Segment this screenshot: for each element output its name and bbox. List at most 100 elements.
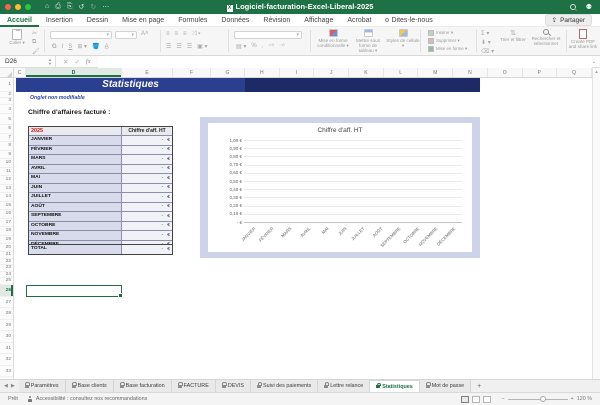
sheet-tab-mot-de-passe[interactable]: Mot de passe: [420, 380, 471, 392]
row-header-13[interactable]: 13: [0, 185, 13, 194]
search-icon[interactable]: [570, 4, 576, 10]
column-header-q[interactable]: Q: [557, 68, 592, 77]
underline-button[interactable]: S: [68, 44, 72, 50]
month-cell[interactable]: JANVIER: [29, 136, 122, 145]
sheet-tab-suivi-des-paiements[interactable]: Suivi des paiements: [251, 380, 318, 392]
month-cell[interactable]: SEPTEMBRE: [29, 212, 122, 221]
fill-icon[interactable]: ⬇ ▾: [481, 39, 494, 46]
month-cell[interactable]: AVRIL: [29, 165, 122, 174]
row-header-31[interactable]: 31: [0, 343, 13, 355]
mettre-sous-forme-de-tableau-button[interactable]: Mettre sous forme de tableau ▾: [351, 29, 385, 53]
row-header-5[interactable]: 5: [0, 114, 13, 126]
row-header-4[interactable]: 4: [0, 105, 13, 114]
value-cell[interactable]: -€: [122, 136, 172, 145]
number-format-select[interactable]: ▾: [234, 31, 302, 39]
fill-color-icon[interactable]: 🪣: [92, 43, 99, 50]
sort-filter-button[interactable]: ⇅ Trier et filtrer: [498, 29, 528, 42]
accessibility-status[interactable]: Accessibilité : consultez nos recommanda…: [36, 396, 147, 402]
select-all-corner[interactable]: [0, 68, 14, 78]
clear-icon[interactable]: ⌫ ▾: [481, 48, 494, 55]
row-header-8[interactable]: 8: [0, 142, 13, 151]
ribbon-tab-donn-es[interactable]: Données: [214, 14, 256, 27]
total-label-cell[interactable]: TOTAL: [29, 245, 122, 254]
value-cell[interactable]: -€: [122, 146, 172, 155]
namebox-stepper-icon[interactable]: ▲▼: [48, 58, 52, 66]
ribbon-tab-dites-le-nous[interactable]: Dites-le-nous: [378, 14, 439, 27]
row-header-1[interactable]: 1: [0, 78, 13, 92]
save-icon[interactable]: ⎙: [55, 3, 61, 11]
maximize-window-button[interactable]: [25, 4, 31, 10]
formula-input[interactable]: [98, 56, 592, 68]
currency-format-icon[interactable]: ▤ ▾: [236, 43, 246, 50]
column-header-p[interactable]: P: [523, 68, 558, 77]
font-color-icon[interactable]: A̲: [105, 44, 109, 50]
home-icon[interactable]: ⌂: [45, 3, 49, 11]
row-header-10[interactable]: 10: [0, 159, 13, 168]
font-size-select[interactable]: ▾: [115, 31, 137, 39]
row-header-23[interactable]: 23: [0, 265, 13, 272]
align-top-icon[interactable]: ≡: [166, 31, 170, 38]
share-user-icon[interactable]: ⚉: [586, 3, 592, 11]
redo-icon[interactable]: ↻: [90, 3, 96, 11]
normal-view-button[interactable]: [461, 396, 469, 403]
year-header-cell[interactable]: 2025: [29, 127, 122, 136]
row-header-30[interactable]: 30: [0, 331, 13, 343]
font-grow-icon[interactable]: A˄: [141, 31, 149, 37]
cancel-entry-icon[interactable]: ✕: [63, 58, 68, 66]
row-header-28[interactable]: 28: [0, 308, 13, 320]
copy-icon[interactable]: ⧉: [32, 39, 40, 46]
align-bottom-icon[interactable]: ≡: [183, 31, 187, 38]
supprimer-button[interactable]: Supprimer ▾: [428, 38, 460, 44]
value-cell[interactable]: -€: [122, 174, 172, 183]
share-button[interactable]: ⇪ Partager: [545, 14, 592, 26]
zoom-slider[interactable]: [508, 399, 568, 400]
create-pdf-button[interactable]: Create PDF and share link: [568, 29, 598, 49]
format-painter-icon[interactable]: 🖌: [32, 48, 40, 55]
sheet-tab-statistiques[interactable]: Statistiques: [370, 380, 420, 392]
tabs-scroll-left-icon[interactable]: ◀: [4, 383, 8, 389]
page-break-view-button[interactable]: [483, 396, 491, 403]
add-sheet-button[interactable]: +: [471, 380, 487, 392]
row-header-14[interactable]: 14: [0, 193, 13, 202]
ribbon-tab-mise-en-page[interactable]: Mise en page: [115, 14, 171, 27]
total-value-cell[interactable]: -€: [122, 245, 172, 254]
zoom-out-icon[interactable]: −: [501, 396, 504, 402]
vertical-scrollbar[interactable]: ▲: [592, 68, 600, 379]
month-cell[interactable]: OCTOBRE: [29, 222, 122, 231]
row-header-17[interactable]: 17: [0, 219, 13, 228]
sheet-tab-param-tres[interactable]: Paramètres: [19, 380, 66, 392]
value-cell[interactable]: -€: [122, 184, 172, 193]
name-box[interactable]: D26 ▲▼: [0, 56, 56, 68]
paste-button[interactable]: Coller ▾: [4, 29, 30, 45]
column-header-h[interactable]: H: [245, 68, 280, 77]
row-header-32[interactable]: 32: [0, 354, 13, 366]
sheet-tab-facture[interactable]: FACTURE: [172, 380, 216, 392]
row-header-33[interactable]: 33: [0, 366, 13, 378]
month-cell[interactable]: MARS: [29, 155, 122, 164]
comma-format-icon[interactable]: ,: [262, 43, 264, 50]
styles-de-cellule-button[interactable]: Styles de cellule ▾: [386, 29, 420, 48]
row-header-21[interactable]: 21: [0, 252, 13, 259]
value-cell[interactable]: -€: [122, 165, 172, 174]
month-cell[interactable]: NOVEMBRE: [29, 231, 122, 240]
tabs-scroll-right-icon[interactable]: ▶: [11, 383, 15, 389]
zoom-level[interactable]: 120 %: [577, 396, 592, 402]
column-header-c[interactable]: C: [14, 68, 26, 77]
bold-button[interactable]: G: [52, 44, 57, 50]
column-header-j[interactable]: J: [314, 68, 349, 77]
month-cell[interactable]: MAI: [29, 174, 122, 183]
row-header-26[interactable]: 26: [0, 285, 13, 297]
align-middle-icon[interactable]: ≡: [175, 31, 179, 38]
value-cell[interactable]: -€: [122, 155, 172, 164]
font-name-select[interactable]: ▾: [50, 31, 112, 39]
column-header-f[interactable]: F: [173, 68, 211, 77]
ribbon-tab-r-vision[interactable]: Révision: [256, 14, 297, 27]
decimal-increase-icon[interactable]: ⁺⁰: [268, 43, 274, 50]
row-header-25[interactable]: 25: [0, 278, 13, 285]
value-header-cell[interactable]: Chiffre d'aff. HT: [122, 127, 172, 136]
align-left-icon[interactable]: ☰: [166, 43, 171, 50]
page-layout-view-button[interactable]: [472, 396, 480, 403]
confirm-entry-icon[interactable]: ✓: [74, 58, 79, 66]
align-center-icon[interactable]: ☰: [176, 43, 181, 50]
column-header-e[interactable]: E: [122, 68, 173, 77]
